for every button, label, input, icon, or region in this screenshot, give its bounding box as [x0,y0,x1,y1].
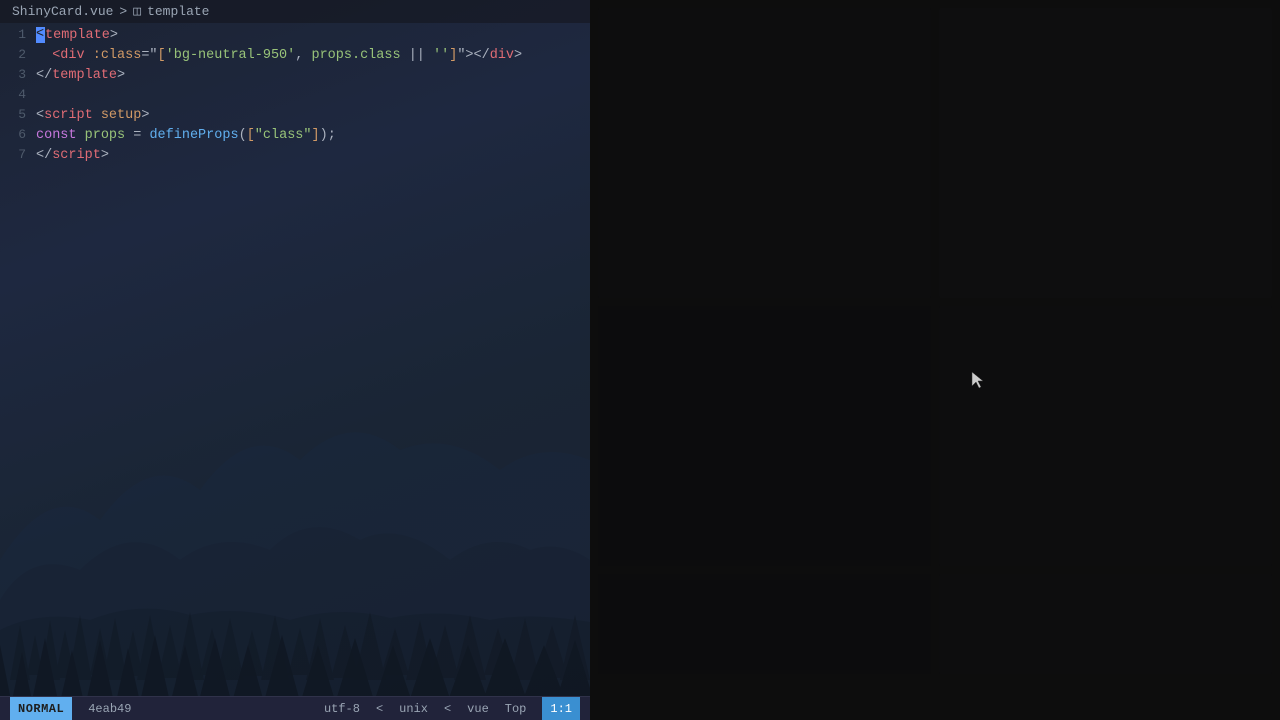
preview-card-2 [939,8,1272,298]
main-area: ShinyCard.vue > ◫ template 1 <template> … [0,0,1280,720]
line-content-3: </template> [36,68,582,83]
file-encoding: utf-8 [324,702,360,716]
editor-pane: ShinyCard.vue > ◫ template 1 <template> … [0,0,590,720]
cursor: < [36,27,45,43]
code-line-1: 1 <template> [0,27,590,47]
breadcrumb-icon: ◫ [133,4,141,19]
preview-card-4 [939,306,1272,566]
line-num-5: 5 [8,107,36,122]
line-content-5: <script setup> [36,108,582,123]
filename-label: ShinyCard.vue [12,4,113,19]
preview-card-5 [598,574,931,674]
line-content-7: </script> [36,148,582,163]
file-type: vue [467,702,489,716]
code-line-5: 5 <script setup> [0,107,590,127]
vim-mode-indicator: NORMAL [10,697,72,720]
preview-card-3 [598,306,931,566]
eol-separator: < [444,702,451,716]
editor-breadcrumb: ShinyCard.vue > ◫ template [0,0,590,23]
preview-pane [590,0,1280,720]
line-num-4: 4 [8,87,36,102]
line-content-6: const props = defineProps(["class"]); [36,128,582,143]
line-num-1: 1 [8,27,36,42]
preview-grid [590,0,1280,720]
line-num-3: 3 [8,67,36,82]
line-ending: unix [399,702,428,716]
code-line-2: 2 <div :class="['bg-neutral-950', props.… [0,47,590,67]
code-line-4: 4 [0,87,590,107]
status-bar: NORMAL 4eab49 utf-8 < unix < vue Top 1:1 [0,696,590,720]
encoding-separator: < [376,702,383,716]
code-area[interactable]: 1 <template> 2 <div :class="['bg-neutral… [0,23,590,696]
preview-card-1 [598,8,931,298]
line-num-6: 6 [8,127,36,142]
line-content-1: <template> [36,27,582,43]
cursor-position: 1:1 [542,697,580,720]
line-num-2: 2 [8,47,36,62]
git-branch-indicator: 4eab49 [88,702,131,716]
preview-card-6 [939,574,1272,674]
code-line-3: 3 </template> [0,67,590,87]
code-line-6: 6 const props = defineProps(["class"]); [0,127,590,147]
line-num-7: 7 [8,147,36,162]
line-content-2: <div :class="['bg-neutral-950', props.cl… [36,48,582,63]
code-line-7: 7 </script> [0,147,590,167]
scroll-position: Top [505,702,527,716]
breadcrumb-section: template [147,4,209,19]
line-content-4 [36,88,582,103]
breadcrumb-separator: > [119,4,127,19]
